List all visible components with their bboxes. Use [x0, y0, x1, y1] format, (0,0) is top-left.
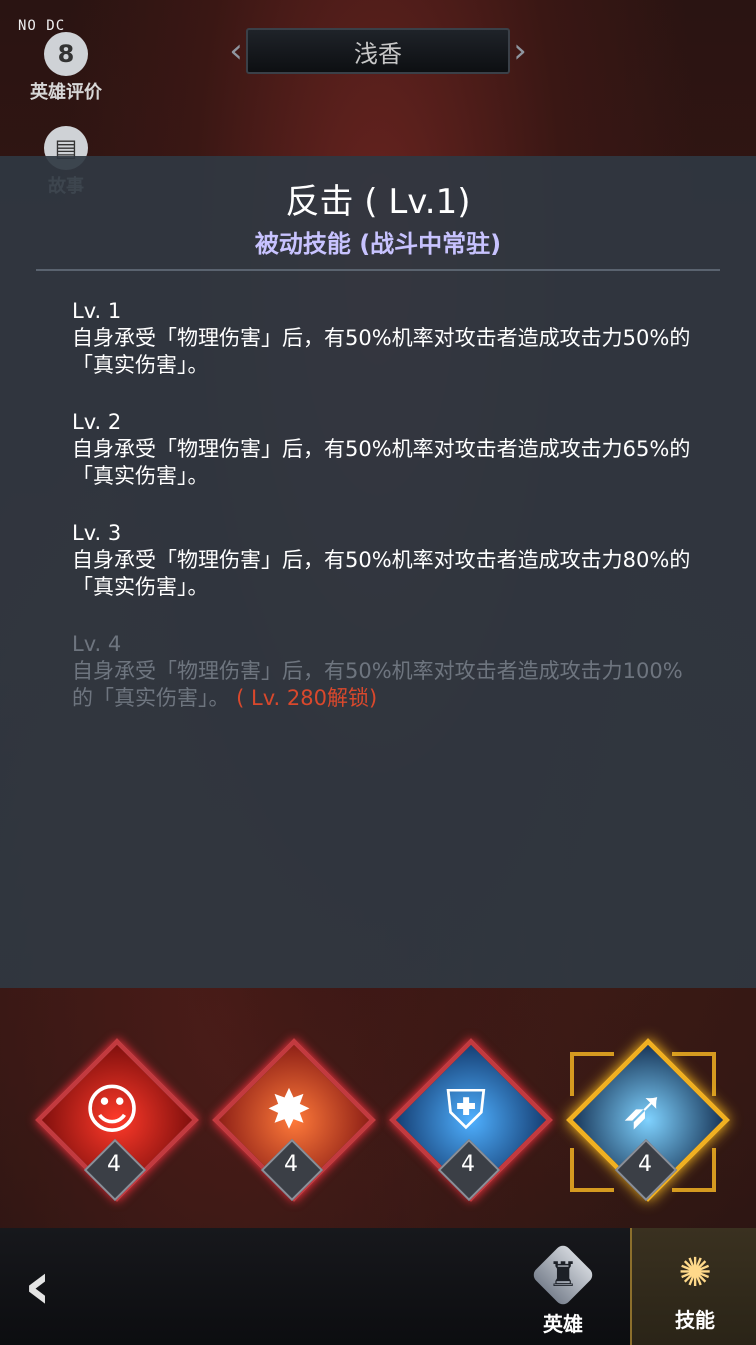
skill-spiked-club[interactable]: ✸ 4: [211, 1037, 377, 1203]
chevron-right-icon[interactable]: ›: [510, 32, 530, 70]
skill-shield-sword[interactable]: ⛨ 4: [388, 1037, 554, 1203]
skill-level-1: Lv. 1 自身承受「物理伤害」后，有50%机率对攻击者造成攻击力50%的「真实…: [72, 298, 692, 379]
unlock-requirement: ( Lv. 280解锁): [229, 686, 378, 710]
skill-level-4: Lv. 4 自身承受「物理伤害」后，有50%机率对攻击者造成攻击力100%的「真…: [72, 631, 692, 712]
skill-level: 4: [638, 1152, 652, 1177]
level-description-text: 自身承受「物理伤害」后，有50%机率对攻击者造成攻击力100%的「真实伤害」。: [72, 659, 683, 710]
hero-name: 浅香: [246, 28, 510, 74]
skill-counter[interactable]: ➶ 4: [565, 1037, 731, 1203]
level-label: Lv. 2: [72, 410, 122, 434]
skill-burst-icon: ✺: [678, 1250, 712, 1296]
spiked-club-icon: ✸: [266, 1078, 312, 1141]
skill-detail-panel: 反击 ( Lv.1) 被动技能 (战斗中常驻) Lv. 1 自身承受「物理伤害」…: [0, 156, 756, 988]
divider: [36, 269, 720, 271]
level-label: Lv. 1: [72, 299, 122, 323]
bottom-nav: ‹ ♜ 英雄 ✺ 技能: [0, 1228, 756, 1345]
shield-sword-icon: ⛨: [445, 1078, 487, 1141]
skill-level-2: Lv. 2 自身承受「物理伤害」后，有50%机率对攻击者造成攻击力65%的「真实…: [72, 409, 692, 490]
skill-level: 4: [107, 1152, 121, 1177]
skill-level: 4: [284, 1152, 298, 1177]
tab-hero-label: 英雄: [543, 1312, 583, 1336]
chevron-left-icon[interactable]: ‹: [226, 32, 246, 70]
level-description: 自身承受「物理伤害」后，有50%机率对攻击者造成攻击力65%的「真实伤害」。: [72, 437, 691, 488]
hero-name-header: ‹ 浅香 ›: [226, 28, 530, 74]
level-description: 自身承受「物理伤害」后，有50%机率对攻击者造成攻击力50%的「真实伤害」。: [72, 326, 691, 377]
hero-rating-button[interactable]: 8 英雄评价: [26, 32, 106, 104]
skill-title: 反击 ( Lv.1): [285, 182, 471, 222]
skill-level-3: Lv. 3 自身承受「物理伤害」后，有50%机率对攻击者造成攻击力80%的「真实…: [72, 520, 692, 601]
skill-level: 4: [461, 1152, 475, 1177]
skill-selector: ☺ 4 ✸ 4 ⛨ 4 ➶ 4: [0, 1037, 756, 1220]
tab-hero[interactable]: ♜ 英雄: [500, 1228, 626, 1345]
knight-helmet-icon: ♜: [530, 1242, 596, 1308]
level-description: 自身承受「物理伤害」后，有50%机率对攻击者造成攻击力80%的「真实伤害」。: [72, 548, 691, 599]
skill-provoke[interactable]: ☺ 4: [34, 1037, 200, 1203]
chat-bubble-icon: 8: [44, 32, 88, 76]
tab-skills[interactable]: ✺ 技能: [630, 1228, 756, 1345]
blade-slash-icon: ➶: [620, 1078, 666, 1141]
tab-skills-label: 技能: [675, 1308, 715, 1332]
back-arrow-icon[interactable]: ‹: [24, 1253, 74, 1319]
skill-type: 被动技能 (战斗中常驻): [254, 230, 502, 258]
level-description: 自身承受「物理伤害」后，有50%机率对攻击者造成攻击力100%的「真实伤害」。 …: [72, 658, 692, 712]
skill-level-list: Lv. 1 自身承受「物理伤害」后，有50%机率对攻击者造成攻击力50%的「真实…: [72, 298, 692, 742]
level-label: Lv. 4: [72, 632, 122, 656]
hero-rating-label: 英雄评价: [30, 82, 102, 103]
fury-figure-icon: ☺: [83, 1078, 141, 1141]
level-label: Lv. 3: [72, 521, 122, 545]
